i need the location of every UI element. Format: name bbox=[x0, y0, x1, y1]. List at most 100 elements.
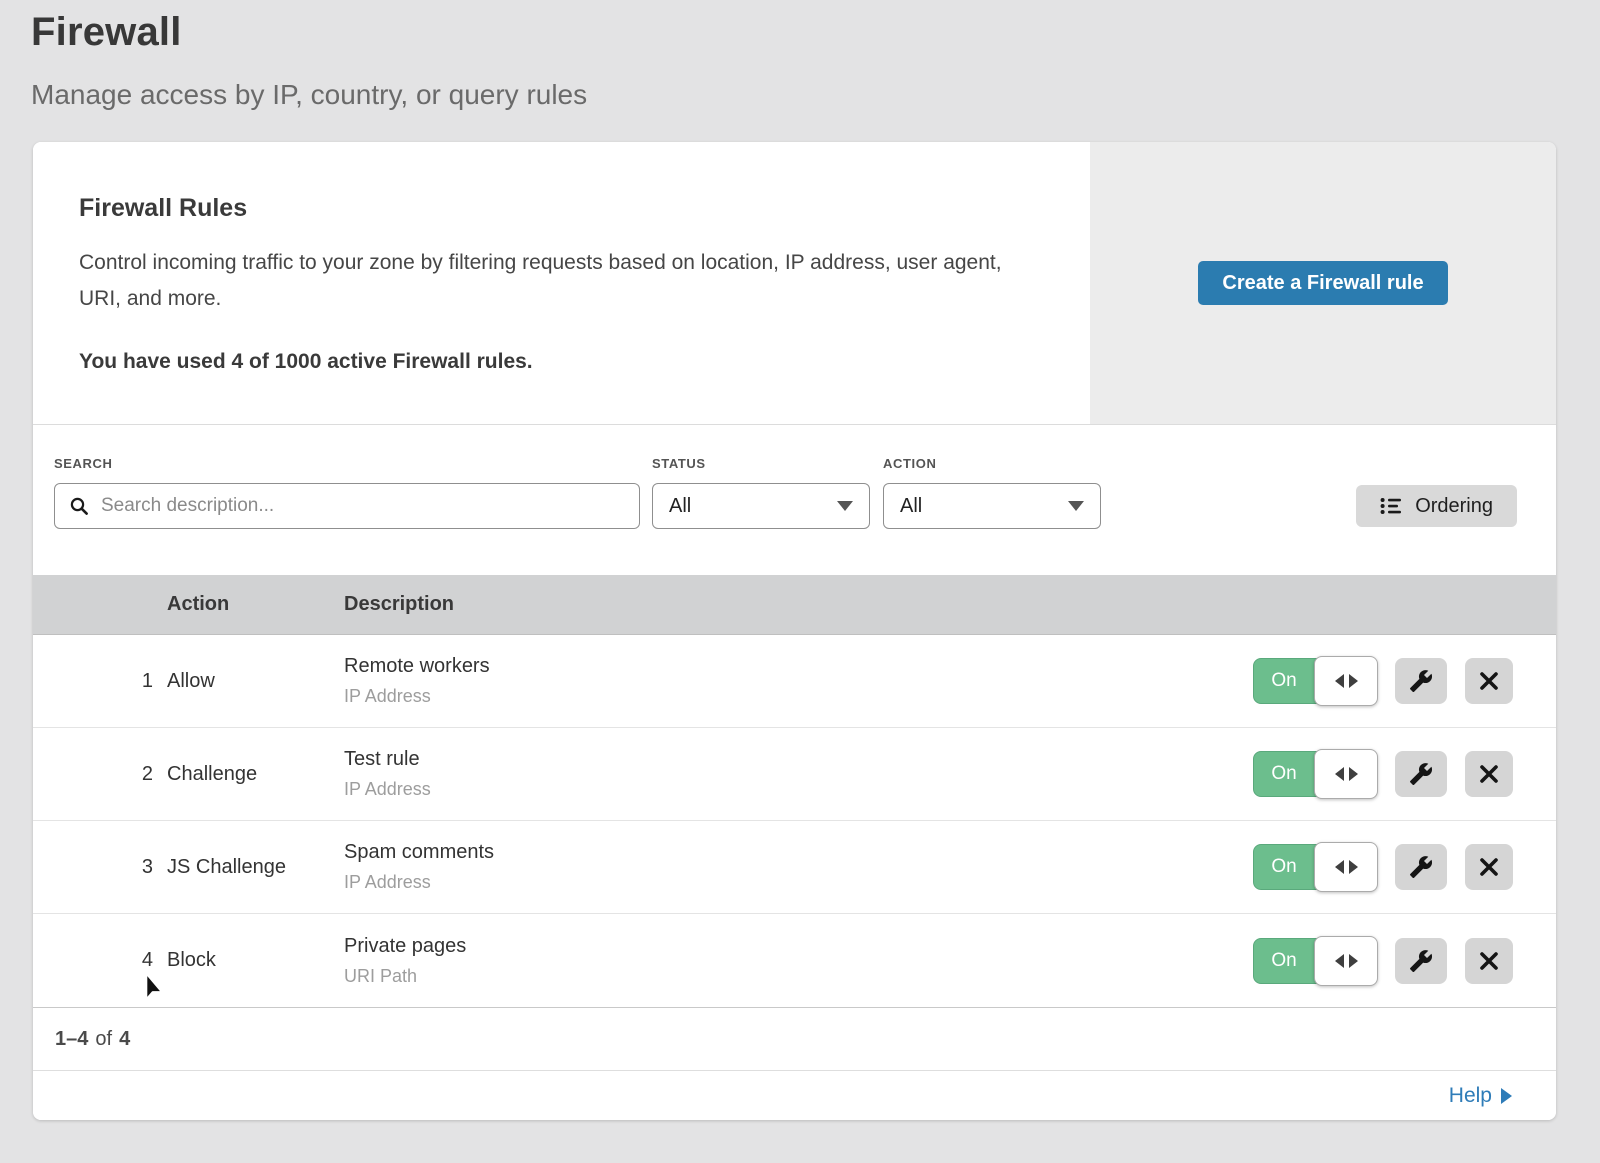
status-selected-value: All bbox=[669, 495, 691, 518]
right-arrow-icon bbox=[1349, 860, 1358, 874]
rule-description-cell: Test rule IP Address bbox=[344, 748, 1253, 800]
rule-match-type: URI Path bbox=[344, 966, 1253, 987]
search-icon bbox=[69, 496, 89, 516]
pagination-total: 4 bbox=[119, 1028, 130, 1051]
table-header-description: Description bbox=[344, 593, 1556, 616]
rule-action: Challenge bbox=[167, 763, 344, 786]
table-row: 4 Block Private pages URI Path On bbox=[33, 914, 1556, 1007]
rule-description: Test rule bbox=[344, 748, 1253, 771]
action-filter-group: ACTION All bbox=[883, 456, 1101, 529]
right-arrow-icon bbox=[1349, 674, 1358, 688]
search-filter-group: SEARCH bbox=[54, 456, 640, 529]
rule-match-type: IP Address bbox=[344, 872, 1253, 893]
toggle-handle[interactable] bbox=[1314, 656, 1378, 706]
edit-rule-button[interactable] bbox=[1395, 938, 1447, 984]
pagination-of: of bbox=[95, 1028, 112, 1051]
rule-description: Private pages bbox=[344, 935, 1253, 958]
action-selected-value: All bbox=[900, 495, 922, 518]
help-arrow-icon bbox=[1501, 1088, 1512, 1104]
rules-usage-note: You have used 4 of 1000 active Firewall … bbox=[79, 350, 1030, 374]
rule-enabled-toggle[interactable]: On bbox=[1253, 751, 1377, 797]
edit-rule-button[interactable] bbox=[1395, 844, 1447, 890]
rule-description: Remote workers bbox=[344, 655, 1253, 678]
action-select[interactable]: All bbox=[883, 483, 1101, 529]
toggle-on-label: On bbox=[1254, 845, 1314, 889]
filters-bar: SEARCH STATUS All ACTION All bbox=[33, 425, 1556, 575]
create-rule-panel: Create a Firewall rule bbox=[1090, 142, 1556, 424]
left-arrow-icon bbox=[1335, 767, 1344, 781]
toggle-on-label: On bbox=[1254, 659, 1314, 703]
card-header: Firewall Rules Control incoming traffic … bbox=[33, 142, 1556, 425]
search-box[interactable] bbox=[54, 483, 640, 529]
chevron-down-icon bbox=[1068, 501, 1084, 511]
rule-number: 3 bbox=[33, 856, 167, 879]
x-icon bbox=[1478, 856, 1500, 878]
status-select[interactable]: All bbox=[652, 483, 870, 529]
x-icon bbox=[1478, 670, 1500, 692]
rule-number: 4 bbox=[33, 949, 167, 972]
search-label: SEARCH bbox=[54, 456, 640, 471]
rule-enabled-toggle[interactable]: On bbox=[1253, 844, 1377, 890]
edit-rule-button[interactable] bbox=[1395, 751, 1447, 797]
rule-controls: On bbox=[1253, 751, 1556, 797]
help-link-label: Help bbox=[1449, 1084, 1492, 1108]
help-link[interactable]: Help bbox=[1449, 1084, 1512, 1108]
rule-number: 2 bbox=[33, 763, 167, 786]
status-label: STATUS bbox=[652, 456, 870, 471]
status-filter-group: STATUS All bbox=[652, 456, 870, 529]
page-header: Firewall Manage access by IP, country, o… bbox=[0, 0, 1600, 111]
rule-action: Block bbox=[167, 949, 344, 972]
wrench-icon bbox=[1409, 855, 1433, 879]
rule-action: Allow bbox=[167, 670, 344, 693]
rules-description: Control incoming traffic to your zone by… bbox=[79, 245, 1021, 317]
rules-summary: Firewall Rules Control incoming traffic … bbox=[33, 142, 1090, 424]
page-title: Firewall bbox=[31, 10, 1600, 55]
left-arrow-icon bbox=[1335, 860, 1344, 874]
rule-enabled-toggle[interactable]: On bbox=[1253, 938, 1377, 984]
edit-rule-button[interactable] bbox=[1395, 658, 1447, 704]
ordering-button-label: Ordering bbox=[1415, 495, 1493, 518]
table-row: 3 JS Challenge Spam comments IP Address … bbox=[33, 821, 1556, 914]
rule-controls: On bbox=[1253, 938, 1556, 984]
right-arrow-icon bbox=[1349, 767, 1358, 781]
rule-action: JS Challenge bbox=[167, 856, 344, 879]
delete-rule-button[interactable] bbox=[1465, 844, 1513, 890]
rule-controls: On bbox=[1253, 658, 1556, 704]
table-row: 2 Challenge Test rule IP Address On bbox=[33, 728, 1556, 821]
create-firewall-rule-button[interactable]: Create a Firewall rule bbox=[1198, 261, 1448, 305]
left-arrow-icon bbox=[1335, 954, 1344, 968]
rule-number: 1 bbox=[33, 670, 167, 693]
chevron-down-icon bbox=[837, 501, 853, 511]
wrench-icon bbox=[1409, 949, 1433, 973]
firewall-rules-card: Firewall Rules Control incoming traffic … bbox=[33, 142, 1556, 1120]
rule-description: Spam comments bbox=[344, 841, 1253, 864]
rule-match-type: IP Address bbox=[344, 779, 1253, 800]
rule-description-cell: Remote workers IP Address bbox=[344, 655, 1253, 707]
rules-table-body: 1 Allow Remote workers IP Address On bbox=[33, 635, 1556, 1007]
wrench-icon bbox=[1409, 669, 1433, 693]
table-row: 1 Allow Remote workers IP Address On bbox=[33, 635, 1556, 728]
rule-description-cell: Private pages URI Path bbox=[344, 935, 1253, 987]
toggle-on-label: On bbox=[1254, 939, 1314, 983]
pagination: 1–4 of 4 bbox=[33, 1007, 1556, 1070]
pagination-range: 1–4 bbox=[55, 1028, 88, 1051]
toggle-handle[interactable] bbox=[1314, 842, 1378, 892]
table-header: Action Description bbox=[33, 575, 1556, 635]
card-footer: Help bbox=[33, 1070, 1556, 1120]
x-icon bbox=[1478, 950, 1500, 972]
table-header-action: Action bbox=[167, 593, 344, 616]
ordering-button[interactable]: Ordering bbox=[1356, 485, 1517, 527]
delete-rule-button[interactable] bbox=[1465, 938, 1513, 984]
rule-description-cell: Spam comments IP Address bbox=[344, 841, 1253, 893]
search-input[interactable] bbox=[99, 494, 625, 518]
left-arrow-icon bbox=[1335, 674, 1344, 688]
x-icon bbox=[1478, 763, 1500, 785]
toggle-handle[interactable] bbox=[1314, 749, 1378, 799]
delete-rule-button[interactable] bbox=[1465, 751, 1513, 797]
rule-controls: On bbox=[1253, 844, 1556, 890]
delete-rule-button[interactable] bbox=[1465, 658, 1513, 704]
rule-enabled-toggle[interactable]: On bbox=[1253, 658, 1377, 704]
rules-title: Firewall Rules bbox=[79, 194, 1030, 223]
toggle-handle[interactable] bbox=[1314, 936, 1378, 986]
wrench-icon bbox=[1409, 762, 1433, 786]
